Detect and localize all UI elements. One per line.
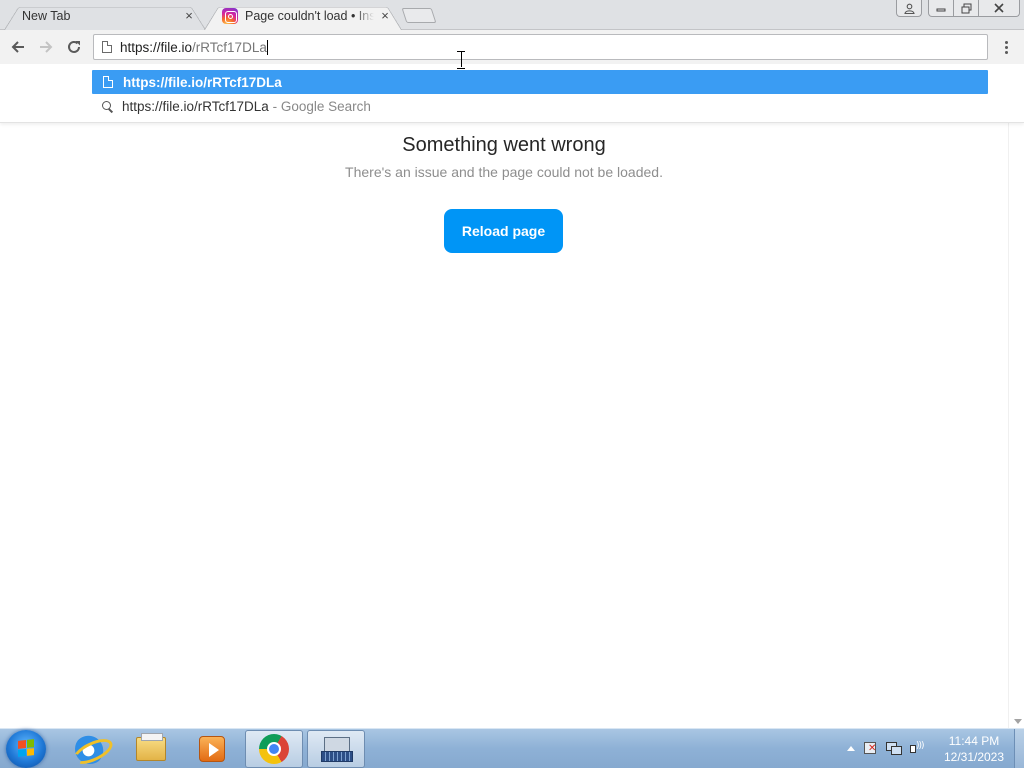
show-desktop-button[interactable] <box>1014 729 1024 768</box>
suggestion-suffix: - Google Search <box>272 98 371 114</box>
forward-arrow-icon <box>40 41 53 53</box>
restore-icon <box>961 3 971 13</box>
restore-button[interactable] <box>953 0 979 17</box>
taskbar-on-screen-keyboard[interactable] <box>307 730 365 768</box>
system-tray <box>843 737 925 759</box>
media-player-icon <box>199 736 225 762</box>
mouse-cursor-ibeam <box>457 51 465 69</box>
network-icon[interactable] <box>885 741 902 755</box>
action-center-flag-icon[interactable] <box>863 741 877 755</box>
volume-icon[interactable] <box>909 741 925 755</box>
windows-logo-icon <box>18 739 34 757</box>
page-content: Something went wrong There's an issue an… <box>0 64 1008 728</box>
window-close-button[interactable] <box>978 0 1020 17</box>
chrome-menu-button[interactable] <box>996 36 1016 58</box>
error-title: Something went wrong <box>402 134 606 156</box>
close-icon <box>994 3 1004 13</box>
profile-button[interactable] <box>896 0 922 17</box>
on-screen-keyboard-icon <box>321 737 353 762</box>
windows-explorer-icon <box>136 733 166 761</box>
tab-title: Page couldn't load • Instagram <box>245 9 374 23</box>
omnibox-suggestions: https://file.io/rRTcf17DLa https://file.… <box>0 64 1024 123</box>
scroll-down-arrow-icon[interactable] <box>1014 719 1022 724</box>
tab-new-tab[interactable]: New Tab × <box>4 2 206 30</box>
url-host: https://file.io <box>120 39 193 55</box>
reload-button[interactable] <box>61 34 87 60</box>
taskbar-media-player[interactable] <box>183 730 241 768</box>
new-tab-button[interactable] <box>401 8 437 23</box>
windows-taskbar: 11:44 PM 12/31/2023 <box>0 728 1024 768</box>
person-icon <box>903 3 915 14</box>
system-clock[interactable]: 11:44 PM 12/31/2023 <box>936 733 1012 765</box>
error-subtitle: There's an issue and the page could not … <box>345 164 663 180</box>
taskbar-internet-explorer[interactable] <box>61 730 119 768</box>
back-arrow-icon <box>11 41 24 53</box>
instagram-icon <box>222 8 238 24</box>
vertical-scrollbar[interactable] <box>1008 64 1024 728</box>
tab-title: New Tab <box>22 9 71 23</box>
more-vert-icon <box>1004 45 1008 49</box>
address-text[interactable]: https://file.io/rRTcf17DLa <box>120 39 268 55</box>
more-vert-icon <box>1004 50 1008 54</box>
page-icon <box>102 41 112 53</box>
clock-time: 11:44 PM <box>948 734 1000 748</box>
chrome-icon <box>259 734 289 764</box>
back-button[interactable] <box>5 34 31 60</box>
reload-icon <box>68 40 80 53</box>
tab-strip: New Tab × Page couldn't load • Instagram… <box>0 0 1024 30</box>
search-icon <box>102 100 113 112</box>
suggestion-text: https://file.io/rRTcf17DLa <box>122 98 269 114</box>
suggestion-search[interactable]: https://file.io/rRTcf17DLa - Google Sear… <box>92 94 988 118</box>
minimize-icon <box>936 8 946 12</box>
taskbar-windows-explorer[interactable] <box>122 730 180 768</box>
taskbar-chrome[interactable] <box>245 730 303 768</box>
show-hidden-icons-icon[interactable] <box>847 745 855 751</box>
tab-instagram[interactable]: Page couldn't load • Instagram × <box>204 2 402 30</box>
clock-date: 12/31/2023 <box>943 750 1005 764</box>
internet-explorer-icon <box>75 734 105 764</box>
browser-toolbar: https://file.io/rRTcf17DLa <box>0 30 1024 64</box>
more-vert-icon <box>1004 40 1008 44</box>
text-caret <box>266 39 268 55</box>
address-bar[interactable]: https://file.io/rRTcf17DLa <box>93 34 988 60</box>
tab-close-icon[interactable]: × <box>378 9 392 23</box>
url-path: /rRTcf17DLa <box>192 39 267 55</box>
start-button[interactable] <box>6 730 46 768</box>
page-icon <box>103 76 113 88</box>
suggestion-text: https://file.io/rRTcf17DLa <box>123 74 282 90</box>
tab-close-icon[interactable]: × <box>182 9 196 23</box>
minimize-button[interactable] <box>928 0 954 17</box>
reload-page-button[interactable]: Reload page <box>444 209 563 253</box>
forward-button[interactable] <box>33 34 59 60</box>
suggestion-url[interactable]: https://file.io/rRTcf17DLa <box>92 70 988 94</box>
